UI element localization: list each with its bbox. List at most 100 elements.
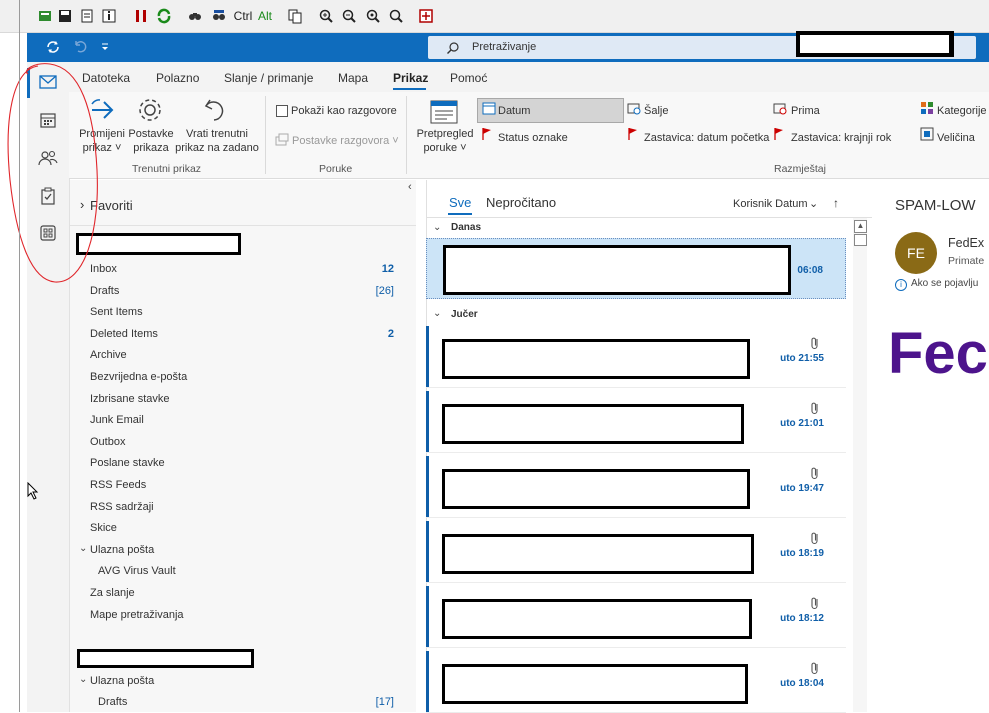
export-icon[interactable] bbox=[36, 7, 54, 25]
sort-direction-button[interactable]: ↑ bbox=[833, 196, 839, 210]
paperclip-icon bbox=[810, 661, 820, 678]
folder-item[interactable]: Za slanje bbox=[90, 587, 135, 599]
categories-icon bbox=[920, 101, 934, 118]
sync-icon[interactable] bbox=[44, 38, 62, 56]
sender-name[interactable]: FedEx bbox=[948, 236, 984, 250]
message-row[interactable]: uto 18:19 bbox=[426, 521, 846, 583]
arrange-size-button[interactable]: Veličina bbox=[937, 131, 975, 145]
arrange-flag-due-button[interactable]: Zastavica: krajnji rok bbox=[791, 131, 891, 145]
message-row[interactable]: uto 18:12 bbox=[426, 586, 846, 648]
group-label-arrangement: Razmještaj bbox=[774, 163, 826, 175]
folder-item[interactable]: Drafts bbox=[98, 696, 127, 708]
arrange-flag-start-button[interactable]: Zastavica: datum početka bbox=[644, 131, 769, 145]
ribbon-tab-bar: Datoteka Polazno Slanje / primanje Mapa … bbox=[69, 62, 989, 92]
folder-item[interactable]: Deleted Items bbox=[90, 328, 158, 340]
tab-unread[interactable]: Nepročitano bbox=[486, 195, 556, 210]
window-edge bbox=[19, 0, 20, 712]
external-toolbar: Ctrl Alt bbox=[0, 0, 989, 33]
folder-item[interactable]: Ulazna pošta bbox=[90, 544, 154, 556]
folder-item[interactable]: Izbrisane stavke bbox=[90, 393, 169, 405]
tab-view[interactable]: Prikaz bbox=[393, 71, 428, 85]
redacted-message-content bbox=[442, 534, 754, 574]
group-label-messages: Poruke bbox=[319, 163, 353, 175]
avatar[interactable]: FE bbox=[895, 232, 937, 274]
info-bar-text[interactable]: Ako se pojavlju bbox=[911, 278, 978, 289]
conversation-settings-button[interactable]: Postavke razgovora ˅ bbox=[292, 134, 399, 148]
group-collapse-icon[interactable]: ⌄ bbox=[433, 308, 441, 319]
message-list-scrollbar[interactable]: ▲ bbox=[853, 218, 867, 712]
tab-home[interactable]: Polazno bbox=[156, 71, 199, 85]
paperclip-icon bbox=[810, 466, 820, 483]
arrange-from-button[interactable]: Šalje bbox=[644, 104, 668, 118]
folder-expand-chevron-icon[interactable]: ⌄ bbox=[79, 543, 87, 554]
folder-item[interactable]: Sent Items bbox=[90, 306, 143, 318]
info-icon[interactable] bbox=[100, 7, 118, 25]
redacted-message-content bbox=[442, 664, 748, 704]
fullscreen-icon[interactable] bbox=[417, 7, 435, 25]
folder-item[interactable]: Outbox bbox=[90, 436, 125, 448]
arrange-flag-status-button[interactable]: Status oznake bbox=[498, 131, 568, 145]
folder-item[interactable]: Bezvrijedna e-pošta bbox=[90, 371, 187, 383]
reset-view-button[interactable]: Vrati trenutni prikaz na zadano bbox=[174, 127, 260, 155]
group-collapse-icon[interactable]: ⌄ bbox=[433, 222, 441, 233]
message-preview-button[interactable]: Pretpregled poruke ˅ bbox=[414, 127, 476, 155]
arrange-categories-button[interactable]: Kategorije bbox=[937, 104, 987, 118]
save-icon[interactable] bbox=[56, 7, 74, 25]
pause-icon[interactable] bbox=[132, 7, 150, 25]
message-time: uto 21:01 bbox=[780, 418, 824, 429]
message-row[interactable]: uto 21:55 bbox=[426, 326, 846, 388]
scroll-thumb[interactable] bbox=[854, 234, 867, 246]
size-icon bbox=[920, 127, 934, 144]
message-row[interactable]: uto 18:04 bbox=[426, 651, 846, 713]
refresh-green-icon[interactable] bbox=[155, 7, 173, 25]
properties-icon[interactable] bbox=[78, 7, 96, 25]
scroll-up-button[interactable]: ▲ bbox=[854, 220, 867, 233]
message-time: 06:08 bbox=[797, 265, 823, 276]
folder-item[interactable]: Mape pretraživanja bbox=[90, 609, 184, 621]
view-settings-button[interactable]: Postavke prikaza bbox=[124, 127, 178, 155]
zoom-actual-icon[interactable] bbox=[364, 7, 382, 25]
paperclip-icon bbox=[810, 336, 820, 353]
folder-item[interactable]: Skice bbox=[90, 522, 117, 534]
gear-icon bbox=[136, 96, 164, 127]
message-row[interactable]: 06:08 bbox=[426, 238, 846, 299]
show-as-conversations-checkbox[interactable] bbox=[276, 105, 288, 117]
message-time: uto 21:55 bbox=[780, 353, 824, 364]
folder-item[interactable]: Poslane stavke bbox=[90, 457, 165, 469]
group-label-current-view: Trenutni prikaz bbox=[132, 163, 202, 175]
copy-icon[interactable] bbox=[286, 7, 304, 25]
quick-access-dropdown-icon[interactable] bbox=[100, 41, 110, 51]
sort-by-dropdown[interactable]: Korisnik Datum bbox=[733, 198, 808, 210]
folder-item[interactable]: RSS sadržaji bbox=[90, 501, 154, 513]
zoom-in-icon[interactable] bbox=[317, 7, 335, 25]
search-input[interactable]: Pretraživanje bbox=[472, 41, 536, 53]
tab-help[interactable]: Pomoć bbox=[450, 71, 487, 85]
message-row[interactable]: uto 19:47 bbox=[426, 456, 846, 518]
collapse-pane-icon[interactable]: ‹ bbox=[408, 181, 412, 193]
tab-folder[interactable]: Mapa bbox=[338, 71, 368, 85]
tab-all-underline bbox=[448, 213, 472, 215]
folder-item[interactable]: Ulazna pošta bbox=[90, 675, 154, 687]
folder-item[interactable]: Archive bbox=[90, 349, 127, 361]
zoom-out-icon[interactable] bbox=[340, 7, 358, 25]
active-tab-underline bbox=[393, 88, 426, 90]
redacted-message-content bbox=[443, 245, 791, 295]
tab-all[interactable]: Sve bbox=[449, 195, 471, 210]
message-time: uto 18:12 bbox=[780, 613, 824, 624]
annotation-circle bbox=[7, 63, 98, 283]
binoculars-icon[interactable] bbox=[186, 7, 204, 25]
zoom-fit-icon[interactable] bbox=[387, 7, 405, 25]
find-next-icon[interactable] bbox=[210, 7, 228, 25]
redacted-message-content bbox=[442, 404, 744, 444]
arrange-to-button[interactable]: Prima bbox=[791, 104, 820, 118]
folder-item[interactable]: RSS Feeds bbox=[90, 479, 146, 491]
undo-icon[interactable] bbox=[72, 39, 88, 55]
folder-expand-chevron-icon[interactable]: ⌄ bbox=[79, 674, 87, 685]
message-row[interactable]: uto 21:01 bbox=[426, 391, 846, 453]
folder-item[interactable]: AVG Virus Vault bbox=[98, 565, 176, 577]
ctrl-key-button[interactable]: Ctrl bbox=[232, 7, 254, 25]
alt-key-button[interactable]: Alt bbox=[256, 7, 274, 25]
folder-item[interactable]: Junk Email bbox=[90, 414, 144, 426]
tab-send-receive[interactable]: Slanje / primanje bbox=[224, 71, 313, 85]
chevron-down-icon: ⌄ bbox=[809, 198, 819, 210]
